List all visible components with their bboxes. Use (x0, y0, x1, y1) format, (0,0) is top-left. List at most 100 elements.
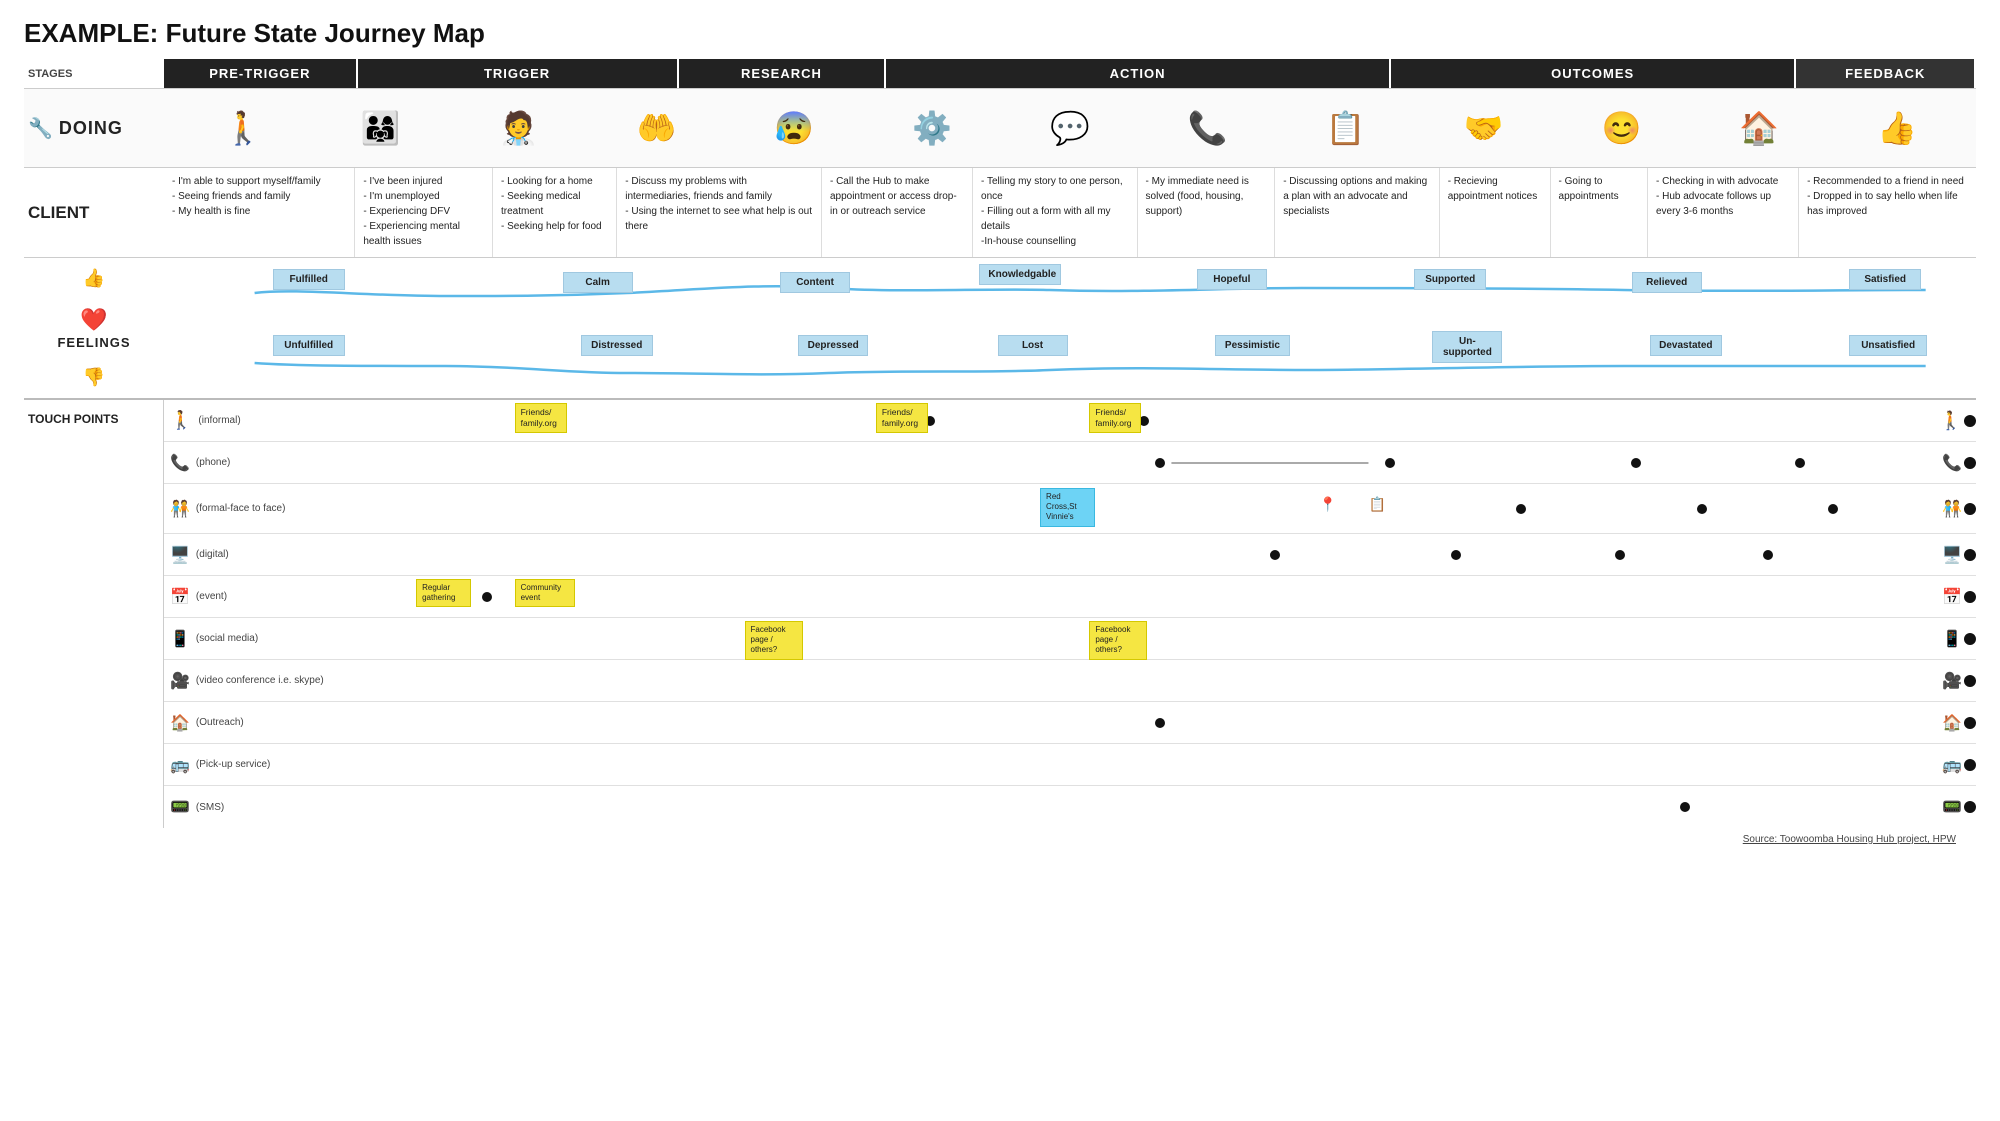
tp-row-video: 🎥 (video conference i.e. skype) 🎥 (164, 660, 1976, 702)
tp-track-formal: Red Cross,St Vinnie's 📍 📋 🧑‍🤝‍🧑 (334, 484, 1976, 534)
client-cell-8: - Recieving appointment notices (1440, 168, 1551, 257)
feeling-supported: Supported (1414, 269, 1486, 290)
outreach-dot-1 (1155, 718, 1165, 728)
feeling-unsupported: Un-supported (1432, 331, 1502, 363)
formal-dot-right (1964, 503, 1976, 515)
feelings-curve-svg (164, 258, 1976, 398)
thumbs-down-icon: 👎 (83, 367, 105, 388)
source-line: Source: Toowoomba Housing Hub project, H… (24, 828, 1976, 849)
formal-icon: 🧑‍🤝‍🧑 (170, 499, 190, 519)
tp-track-informal: Friends/family.org Friends/family.org Fr… (334, 400, 1976, 442)
tp-row-formal: 🧑‍🤝‍🧑 (formal-face to face) Red Cross,St… (164, 484, 1976, 534)
client-cell-2: - Looking for a home - Seeking medical t… (493, 168, 617, 257)
tp-track-outreach: 🏠 (334, 702, 1976, 744)
stage-action: ACTION (886, 59, 1391, 88)
client-cell-3: - Discuss my problems with intermediarie… (617, 168, 822, 257)
client-cell-0: - I'm able to support myself/family - Se… (164, 168, 355, 257)
doing-icon-doctor: 🧑‍⚕️ (499, 109, 539, 147)
doing-row: 🔧 DOING 🚶 👨‍👩‍👧 🧑‍⚕️ 🤲 😰 ⚙️ 💬 📞 📋 🤝 😊 🏠 … (24, 88, 1976, 168)
formal-dot-2 (1516, 504, 1526, 514)
pin-icon: 📍 (1319, 496, 1336, 513)
video-icon-right: 🎥 (1942, 671, 1962, 691)
feeling-knowledgable: Knowledgable (979, 264, 1061, 285)
wrench-icon: 🔧 (28, 116, 53, 141)
outreach-dot-right (1964, 717, 1976, 729)
event-dot-1 (482, 592, 492, 602)
digital-dot-4 (1763, 550, 1773, 560)
page: EXAMPLE: Future State Journey Map STAGES… (0, 0, 2000, 859)
doing-icon-thumbsup: 👍 (1877, 109, 1917, 147)
tp-label-pickup: 🚌 (Pick-up service) (164, 755, 334, 775)
phone-text: (phone) (196, 457, 230, 468)
stages-label: STAGES (24, 59, 164, 88)
thumbs-up-icon: 👍 (83, 268, 105, 289)
feelings-row: 👍 ❤️ FEELINGS 👎 Fulfilled Calm Content K… (24, 258, 1976, 400)
source-text: Source: Toowoomba Housing Hub project, H… (1743, 834, 1956, 845)
feeling-unfulfilled: Unfulfilled (273, 335, 345, 356)
feelings-text: FEELINGS (57, 335, 130, 350)
tp-label-video: 🎥 (video conference i.e. skype) (164, 671, 334, 691)
outreach-text: (Outreach) (196, 717, 244, 728)
feeling-content: Content (780, 272, 850, 293)
doing-icon-walk: 🚶 (223, 109, 263, 147)
doing-icon-gear: ⚙️ (912, 109, 952, 147)
doing-icon-phone-call: 📞 (1188, 109, 1228, 147)
tp-row-pickup: 🚌 (Pick-up service) 🚌 (164, 744, 1976, 786)
touchpoints-section: TOUCH POINTS 🚶 (informal) Friends/family… (24, 400, 1976, 828)
feeling-distressed: Distressed (581, 335, 653, 356)
doing-label: 🔧 DOING (24, 110, 164, 147)
doing-icon-smiley: 😊 (1601, 109, 1641, 147)
client-cells: - I'm able to support myself/family - Se… (164, 168, 1976, 257)
pickup-icon-right: 🚌 (1942, 755, 1962, 775)
tp-row-outreach: 🏠 (Outreach) 🏠 (164, 702, 1976, 744)
video-text: (video conference i.e. skype) (196, 675, 324, 686)
tp-row-event: 📅 (event) Regular gathering Community ev… (164, 576, 1976, 618)
sms-text: (SMS) (196, 802, 224, 813)
sms-icon: 📟 (170, 797, 190, 817)
tp-row-phone: 📞 (phone) 📞 (164, 442, 1976, 484)
client-cell-4: - Call the Hub to make appointment or ac… (822, 168, 973, 257)
event-icon: 📅 (170, 587, 190, 607)
tp-track-event: Regular gathering Community event 📅 (334, 576, 1976, 618)
outreach-icon: 🏠 (170, 713, 190, 733)
informal-dot-right (1964, 415, 1976, 427)
feeling-depressed: Depressed (798, 335, 868, 356)
tp-label-event: 📅 (event) (164, 587, 334, 607)
feeling-pessimistic: Pessimistic (1215, 335, 1290, 356)
digital-dot-right (1964, 549, 1976, 561)
digital-text: (digital) (196, 549, 229, 560)
feeling-hopeful: Hopeful (1197, 269, 1267, 290)
tp-label-phone: 📞 (phone) (164, 453, 334, 473)
video-dot-right (1964, 675, 1976, 687)
tp-track-social: Facebook page / others? Facebook page / … (334, 618, 1976, 660)
doing-icons-area: 🚶 👨‍👩‍👧 🧑‍⚕️ 🤲 😰 ⚙️ 💬 📞 📋 🤝 😊 🏠 👍 (164, 105, 1976, 151)
feeling-fulfilled: Fulfilled (273, 269, 345, 290)
tp-label-informal: 🚶 (informal) (164, 410, 334, 431)
page-title: EXAMPLE: Future State Journey Map (24, 18, 1976, 49)
informal-icon: 🚶 (170, 410, 192, 431)
tp-track-sms: 📟 (334, 786, 1976, 828)
doing-icon-family: 👨‍👩‍👧 (361, 109, 401, 147)
formal-curve-svg (334, 484, 1976, 534)
pickup-text: (Pick-up service) (196, 759, 270, 770)
touchpoints-label: TOUCH POINTS (24, 400, 164, 828)
client-cell-11: - Recommended to a friend in need - Drop… (1799, 168, 1976, 257)
event-icon-right: 📅 (1942, 587, 1962, 607)
stage-pre-trigger: PRE-TRIGGER (164, 59, 358, 88)
tp-label-digital: 🖥️ (digital) (164, 545, 334, 565)
feeling-devastated: Devastated (1650, 335, 1722, 356)
video-icon: 🎥 (170, 671, 190, 691)
doing-icon-stressed: 😰 (774, 109, 814, 147)
feeling-unsatisfied: Unsatisfied (1849, 335, 1927, 356)
doing-icon-chat: 💬 (1050, 109, 1090, 147)
tp-row-digital: 🖥️ (digital) 🖥️ (164, 534, 1976, 576)
informal-text: (informal) (198, 415, 240, 426)
doing-icon-house-heart: 🏠 (1739, 109, 1779, 147)
client-cell-7: - Discussing options and making a plan w… (1275, 168, 1439, 257)
event-dot-right (1964, 591, 1976, 603)
digital-icon-right: 🖥️ (1942, 545, 1962, 565)
stage-research: RESEARCH (679, 59, 887, 88)
stage-outcomes: OUTCOMES (1391, 59, 1797, 88)
stage-feedback: FEEDBACK (1796, 59, 1976, 88)
tp-track-phone: 📞 (334, 442, 1976, 484)
